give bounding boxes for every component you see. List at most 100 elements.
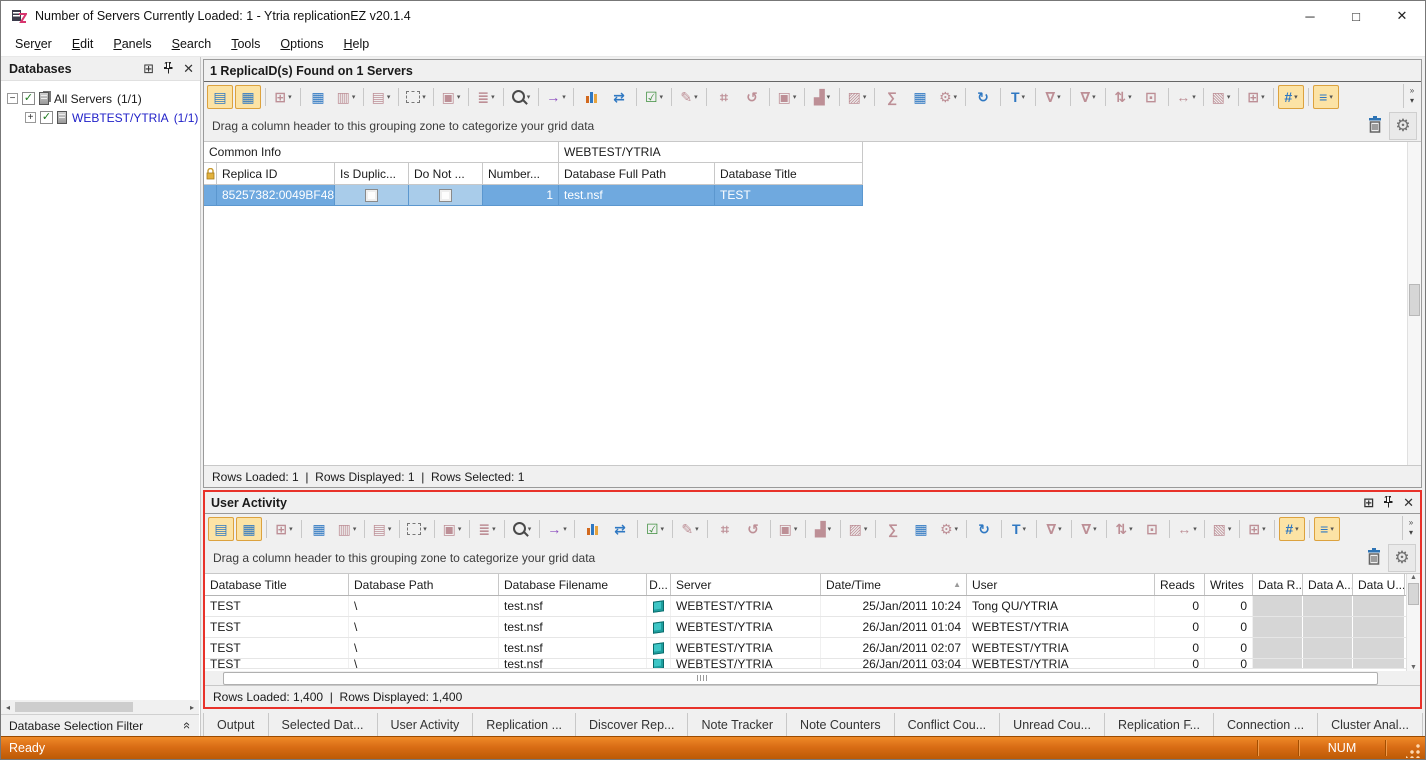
toolbar-button[interactable]: ▾	[509, 517, 535, 541]
replica-vertical-scrollbar[interactable]	[1407, 142, 1421, 465]
column-header-data-r[interactable]: Data R...	[1253, 574, 1303, 595]
column-header-replica-id[interactable]: Replica ID	[217, 163, 335, 185]
panel-maximize-icon[interactable]: ⊞	[1363, 496, 1374, 509]
column-header-database-title[interactable]: Database Title	[205, 574, 349, 595]
toolbar-button[interactable]: ∇ ▾	[1075, 85, 1101, 109]
toolbar-button[interactable]: ∑	[879, 85, 905, 109]
toolbar-button[interactable]: ⊞ ▾	[271, 517, 297, 541]
dropdown-arrow-icon[interactable]: ▾	[1228, 525, 1232, 533]
panel-tab[interactable]: Replication F...	[1105, 713, 1214, 737]
dropdown-arrow-icon[interactable]: ▾	[527, 93, 531, 101]
toolbar-button[interactable]: ▨ ▾	[844, 85, 870, 109]
toolbar-button[interactable]: ⇄	[606, 85, 632, 109]
dropdown-arrow-icon[interactable]: ▾	[1294, 93, 1298, 101]
toolbar-button[interactable]: ⇅ ▾	[1110, 85, 1136, 109]
scrollbar-thumb[interactable]	[1408, 583, 1419, 605]
dropdown-arrow-icon[interactable]: ▾	[388, 525, 392, 533]
toolbar-button[interactable]: ⌗	[712, 517, 738, 541]
toolbar-button[interactable]: ▣ ▾	[774, 85, 800, 109]
menu-item[interactable]: Options	[270, 33, 333, 55]
is-duplicate-checkbox[interactable]	[365, 189, 378, 202]
toolbar-button[interactable]: ▨ ▾	[845, 517, 871, 541]
tree-item-webtest-ytria[interactable]: + WEBTEST/YTRIA (1/1)	[7, 108, 200, 127]
panel-tab[interactable]: Output	[203, 713, 269, 737]
toolbar-button[interactable]: ⊞ ▾	[270, 85, 296, 109]
dropdown-arrow-icon[interactable]: ▾	[422, 93, 426, 101]
toolbar-button[interactable]: ⊞ ▾	[1243, 85, 1269, 109]
toolbar-button[interactable]: ≡ ▾	[1314, 517, 1340, 541]
collapse-icon[interactable]: −	[7, 93, 18, 104]
group-header-common-info[interactable]: Common Info	[204, 142, 559, 163]
panel-maximize-icon[interactable]: ⊞	[143, 62, 154, 75]
pin-icon[interactable]	[1384, 496, 1393, 510]
toolbar-button[interactable]: # ▾	[1279, 517, 1305, 541]
toolbar-button[interactable]: ▾	[403, 85, 429, 109]
dropdown-arrow-icon[interactable]: ▾	[1057, 93, 1061, 101]
toolbar-button[interactable]: ⊡	[1139, 517, 1165, 541]
panel-tab[interactable]: Selected Dat...	[269, 713, 378, 737]
dropdown-arrow-icon[interactable]: ▾	[1295, 525, 1299, 533]
toolbar-button[interactable]	[578, 85, 604, 109]
trash-icon[interactable]	[1367, 116, 1383, 137]
dropdown-arrow-icon[interactable]: ▾	[1023, 525, 1027, 533]
dropdown-arrow-icon[interactable]: ▾	[1058, 525, 1062, 533]
dropdown-arrow-icon[interactable]: ▾	[695, 525, 699, 533]
scroll-left-icon[interactable]: ◂	[1, 703, 15, 712]
replica-row-selected[interactable]: 85257382:0049BF48 1 test.nsf TEST	[204, 185, 1421, 206]
toolbar-button[interactable]: ⇅ ▾	[1111, 517, 1137, 541]
trash-icon[interactable]	[1366, 548, 1382, 569]
sidebar-horizontal-scrollbar[interactable]: ◂ ▸	[1, 700, 199, 714]
toolbar-button[interactable]: ▣ ▾	[438, 85, 464, 109]
dropdown-arrow-icon[interactable]: ▾	[1262, 525, 1266, 533]
panel-close-icon[interactable]: ✕	[1403, 496, 1414, 509]
column-header-data-a[interactable]: Data A...	[1303, 574, 1353, 595]
pin-icon[interactable]	[164, 62, 173, 76]
table-row[interactable]: TEST \ test.nsf WEBTEST/YTRIA 26/Jan/201…	[205, 617, 1420, 638]
toolbar-button[interactable]: ⊡	[1138, 85, 1164, 109]
dropdown-arrow-icon[interactable]: ▾	[1092, 93, 1096, 101]
dropdown-arrow-icon[interactable]: ▾	[458, 525, 462, 533]
checkbox-checked-icon[interactable]	[22, 92, 35, 105]
user-activity-vertical-scrollbar[interactable]: ▲ ▼	[1406, 574, 1420, 671]
toolbar-button[interactable]: ✎ ▾	[677, 517, 703, 541]
toolbar-button[interactable]: ⚙ ▾	[935, 85, 961, 109]
dropdown-arrow-icon[interactable]: ▾	[423, 525, 427, 533]
menu-item[interactable]: Server	[5, 33, 62, 55]
column-header-d[interactable]: D...	[647, 574, 671, 595]
dropdown-arrow-icon[interactable]: ▾	[1129, 525, 1133, 533]
resize-grip-icon[interactable]	[1406, 742, 1422, 758]
toolbar-button[interactable]: ▾	[404, 517, 430, 541]
column-header-database-title[interactable]: Database Title	[715, 163, 863, 185]
gear-icon[interactable]: ⚙	[1389, 112, 1417, 140]
toolbar-button[interactable]: ∑	[880, 517, 906, 541]
dropdown-arrow-icon[interactable]: ▾	[955, 525, 959, 533]
toolbar-button[interactable]: ≣ ▾	[474, 517, 500, 541]
panel-tab[interactable]: Discover Rep...	[576, 713, 688, 737]
toolbar-button[interactable]: ⊞ ▾	[1244, 517, 1270, 541]
toolbar-button[interactable]: → ▾	[544, 517, 570, 541]
column-header-database-filename[interactable]: Database Filename	[499, 574, 647, 595]
dropdown-arrow-icon[interactable]: ▾	[1128, 93, 1132, 101]
dropdown-arrow-icon[interactable]: ▾	[562, 93, 566, 101]
toolbar-button[interactable]: ☑ ▾	[641, 85, 667, 109]
dropdown-arrow-icon[interactable]: ▾	[1261, 93, 1265, 101]
checkbox-checked-icon[interactable]	[40, 111, 53, 124]
minimize-icon[interactable]: ─	[1287, 1, 1333, 31]
tree-item-all-servers[interactable]: − All Servers (1/1)	[7, 89, 200, 108]
table-row[interactable]: TEST \ test.nsf WEBTEST/YTRIA 25/Jan/201…	[205, 596, 1420, 617]
scrollbar-thumb[interactable]	[15, 702, 133, 712]
column-header-data-u[interactable]: Data U...	[1353, 574, 1405, 595]
toolbar-button[interactable]: ✎ ▾	[676, 85, 702, 109]
toolbar-button[interactable]: ▦	[236, 517, 262, 541]
table-row[interactable]: TEST \ test.nsf WEBTEST/YTRIA 26/Jan/201…	[205, 638, 1420, 659]
dropdown-arrow-icon[interactable]: ▾	[1329, 93, 1333, 101]
panel-tab[interactable]: Replication ...	[473, 713, 576, 737]
panel-tab[interactable]: Note Counters	[787, 713, 895, 737]
toolbar-button[interactable]: ▤ ▾	[369, 517, 395, 541]
toolbar-button[interactable]: ▧ ▾	[1209, 517, 1235, 541]
dropdown-arrow-icon[interactable]: ▾	[1093, 525, 1097, 533]
panel-tab[interactable]: Unread Cou...	[1000, 713, 1105, 737]
column-header-is-duplicate[interactable]: Is Duplic...	[335, 163, 409, 185]
user-activity-horizontal-scrollbar[interactable]	[205, 671, 1420, 685]
dropdown-arrow-icon[interactable]: ▾	[1193, 525, 1197, 533]
